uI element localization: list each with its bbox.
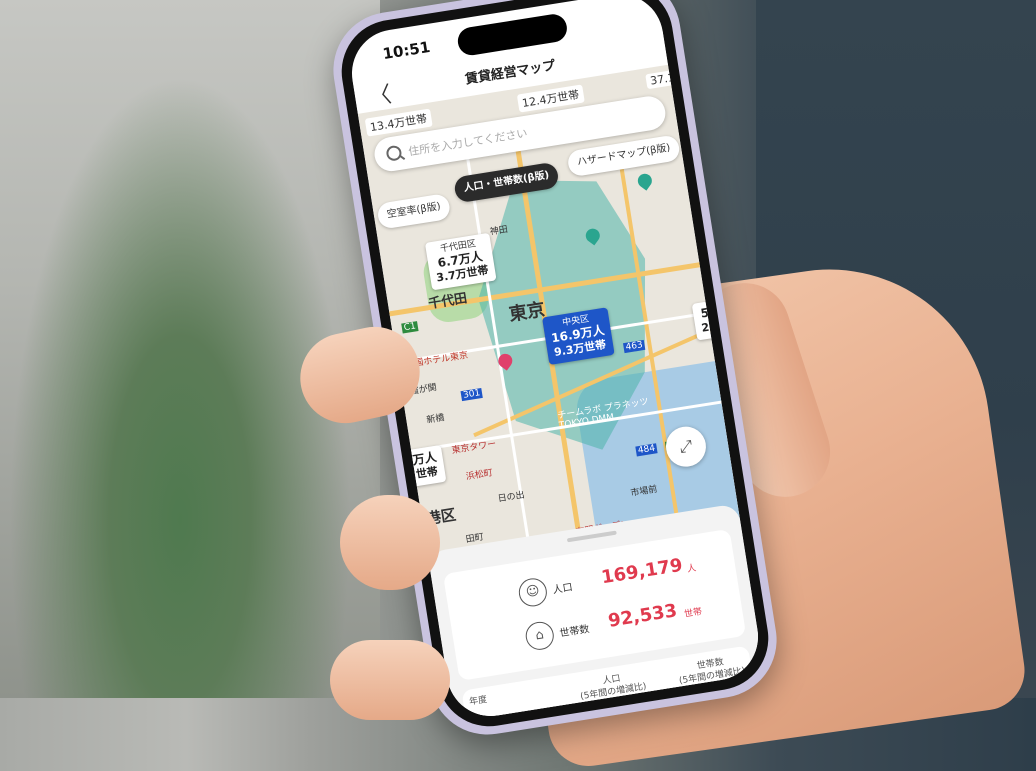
map-text: 江 [732,441,740,459]
population-label: 人口 [551,582,574,597]
map-text: 東京 [507,299,547,326]
label-minato-partial[interactable]: 万人 世帯 [405,444,447,487]
people-icon: ☺ [516,576,549,609]
map-text: 東京タワー [451,439,498,457]
households-unit: 世帯 [683,607,703,620]
label-households: 26. [700,318,722,335]
road-badge: 301 [460,387,483,402]
search-icon [385,144,403,162]
top-stat: 37.1 [645,69,680,90]
households-value: 92,533 [606,600,679,632]
column-header: 年度 [468,694,488,708]
poi-pin-icon[interactable] [635,171,655,191]
label-chuo-selected[interactable]: 中央区 16.9万人 9.3万世帯 [541,307,615,365]
label-right-partial[interactable]: 52 26. [691,299,729,341]
column-header: 人口 (5年間の増減比) [579,673,648,702]
search-placeholder: 住所を入力してください [407,126,529,159]
sheet-drag-handle[interactable] [566,530,617,543]
house-icon: ⌂ [523,619,556,652]
label-households: 世帯 [414,464,439,482]
hand-finger [340,495,440,590]
map-text: 浜松町 [465,468,494,483]
population-unit: 人 [686,563,697,575]
label-population: 52 [699,304,719,321]
road-badge: C1 [401,321,419,334]
map-text: 新橋 [425,413,446,426]
population-value: 169,179 [599,554,685,589]
map-text: 神田 [489,224,509,238]
status-time: 10:51 [381,37,432,64]
hand-finger [330,640,450,720]
chip-vacancy-rate[interactable]: 空室率(β版) [376,192,452,230]
label-chiyoda[interactable]: 千代田区 6.7万人 3.7万世帯 [424,232,497,291]
column-header: 世帯数 (5年間の増減比) [678,657,746,687]
households-label: 世帯数 [558,624,591,640]
map-view[interactable]: 13.4万世帯 12.4万世帯 37.1 住所を入力してください 空室率(β版)… [357,64,740,569]
